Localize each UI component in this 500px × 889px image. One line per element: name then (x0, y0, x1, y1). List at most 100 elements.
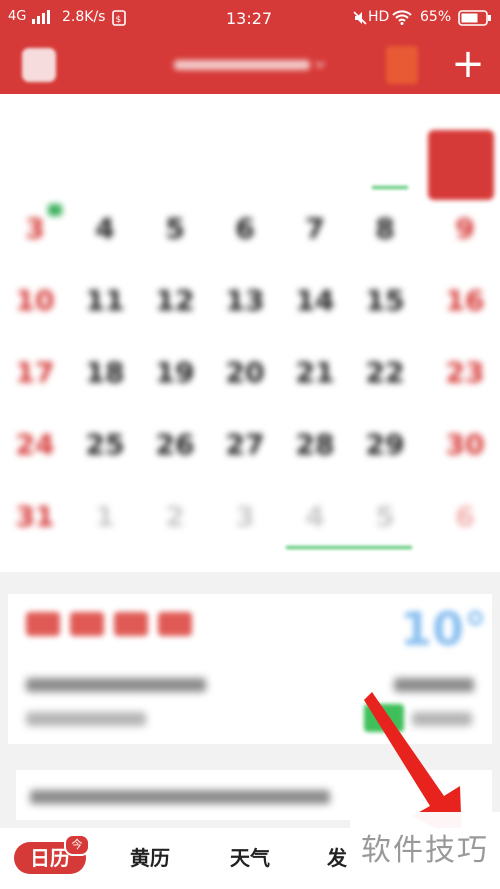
day-number: 2 (165, 500, 185, 533)
month-calendar: 3 4 5 6 7 8 9 10 11 12 13 14 15 16 17 18 19 20 21 22 23 24 25 2… (0, 94, 500, 572)
calendar-day-cell[interactable]: 4 (280, 490, 350, 560)
day-number: 24 (15, 428, 55, 461)
network-type: 4G (8, 9, 27, 24)
day-number: 3 (235, 500, 255, 533)
day-number: 10 (15, 284, 55, 317)
calendar-day-cell[interactable]: 30 (430, 418, 500, 488)
hd-indicator: HD (368, 9, 390, 25)
day-number: 25 (85, 428, 125, 461)
gift-icon[interactable] (386, 46, 418, 84)
day-number: 7 (305, 212, 325, 245)
wifi-icon (392, 9, 412, 29)
status-bar: 4G 2.8K/s $ 13:27 HD 65% (0, 0, 500, 36)
svg-text:$: $ (116, 15, 122, 25)
calendar-day-cell[interactable]: 11 (70, 274, 140, 344)
almanac-line (26, 678, 206, 692)
calendar-day-cell[interactable]: 9 (430, 202, 500, 272)
calendar-day-cell[interactable]: 12 (140, 274, 210, 344)
lunar-date (26, 606, 196, 648)
calendar-day-cell[interactable]: 16 (430, 274, 500, 344)
day-number: 30 (445, 428, 485, 461)
calendar-day-cell[interactable]: 4 (70, 202, 140, 272)
day-number: 19 (155, 356, 195, 389)
calendar-day-cell[interactable]: 2 (140, 490, 210, 560)
calendar-day-cell[interactable]: 20 (210, 346, 280, 416)
calendar-day-cell[interactable]: 7 (280, 202, 350, 272)
calendar-day-cell[interactable]: 8 (350, 202, 420, 272)
news-headline (30, 790, 330, 804)
day-number: 18 (85, 356, 125, 389)
calendar-day-cell[interactable]: 5 (140, 202, 210, 272)
calendar-day-cell[interactable]: 24 (0, 418, 70, 488)
day-number: 20 (225, 356, 265, 389)
day-number: 26 (155, 428, 195, 461)
weekday-row (0, 94, 500, 130)
calendar-day-cell[interactable]: 23 (430, 346, 500, 416)
calendar-day-cell[interactable]: 21 (280, 346, 350, 416)
calendar-day-cell[interactable]: 22 (350, 346, 420, 416)
calendar-day-cell[interactable]: 13 (210, 274, 280, 344)
event-marker (372, 186, 408, 189)
calendar-day-cell[interactable]: 15 (350, 274, 420, 344)
day-number: 5 (165, 212, 185, 245)
calendar-day-cell[interactable]: 19 (140, 346, 210, 416)
sim-icon: $ (112, 10, 126, 30)
day-number: 9 (455, 212, 475, 245)
app-header: + (0, 36, 500, 94)
signal-icon (32, 10, 54, 28)
calendar-day-cell[interactable]: 31 (0, 490, 70, 560)
calendar-day-cell[interactable] (280, 130, 350, 200)
day-number: 8 (375, 212, 395, 245)
day-number: 15 (365, 284, 405, 317)
calendar-day-cell[interactable]: 1 (70, 490, 140, 560)
temperature: 10° (400, 602, 488, 656)
tab-discover[interactable]: 发 (322, 842, 352, 874)
calendar-day-cell[interactable] (210, 130, 280, 200)
day-number: 29 (365, 428, 405, 461)
calendar-day-cell[interactable]: 6 (430, 490, 500, 560)
battery-icon (458, 10, 492, 30)
add-button[interactable]: + (448, 42, 488, 88)
calendar-day-cell[interactable]: 14 (280, 274, 350, 344)
day-number: 1 (95, 500, 115, 533)
calendar-day-cell[interactable] (350, 130, 420, 200)
calendar-day-cell[interactable]: 17 (0, 346, 70, 416)
rest-badge (48, 204, 62, 216)
day-number: 23 (445, 356, 485, 389)
tab-almanac[interactable]: 黄历 (120, 842, 180, 874)
day-number: 21 (295, 356, 335, 389)
calendar-day-cell[interactable]: 25 (70, 418, 140, 488)
calendar-day-cell[interactable]: 6 (210, 202, 280, 272)
day-number: 5 (375, 500, 395, 533)
calendar-day-cell[interactable] (140, 130, 210, 200)
day-number: 4 (305, 500, 325, 533)
calendar-day-cell[interactable]: 26 (140, 418, 210, 488)
calendar-day-cell[interactable]: 3 (210, 490, 280, 560)
today-cell[interactable] (428, 130, 494, 200)
day-number: 28 (295, 428, 335, 461)
calendar-day-cell[interactable]: 10 (0, 274, 70, 344)
day-number: 6 (235, 212, 255, 245)
calendar-day-cell[interactable]: 5 (350, 490, 420, 560)
calendar-app-icon[interactable] (22, 48, 56, 82)
calendar-day-cell[interactable]: 18 (70, 346, 140, 416)
calendar-day-cell[interactable] (70, 130, 140, 200)
day-number: 6 (455, 500, 475, 533)
day-number: 14 (295, 284, 335, 317)
day-number: 22 (365, 356, 405, 389)
day-number: 11 (85, 284, 125, 317)
mute-icon (352, 10, 368, 30)
clock: 13:27 (226, 9, 273, 28)
calendar-day-cell[interactable] (0, 130, 70, 200)
month-selector[interactable] (170, 54, 330, 76)
day-number: 12 (155, 284, 195, 317)
battery-percent: 65% (420, 9, 452, 25)
today-badge: 今 (64, 834, 90, 856)
day-number: 4 (95, 212, 115, 245)
calendar-day-cell[interactable]: 3 (0, 202, 70, 272)
calendar-day-cell[interactable]: 29 (350, 418, 420, 488)
tab-weather[interactable]: 天气 (220, 842, 280, 874)
calendar-day-cell[interactable]: 27 (210, 418, 280, 488)
watermark: 软件技巧 (350, 812, 500, 889)
calendar-day-cell[interactable]: 28 (280, 418, 350, 488)
